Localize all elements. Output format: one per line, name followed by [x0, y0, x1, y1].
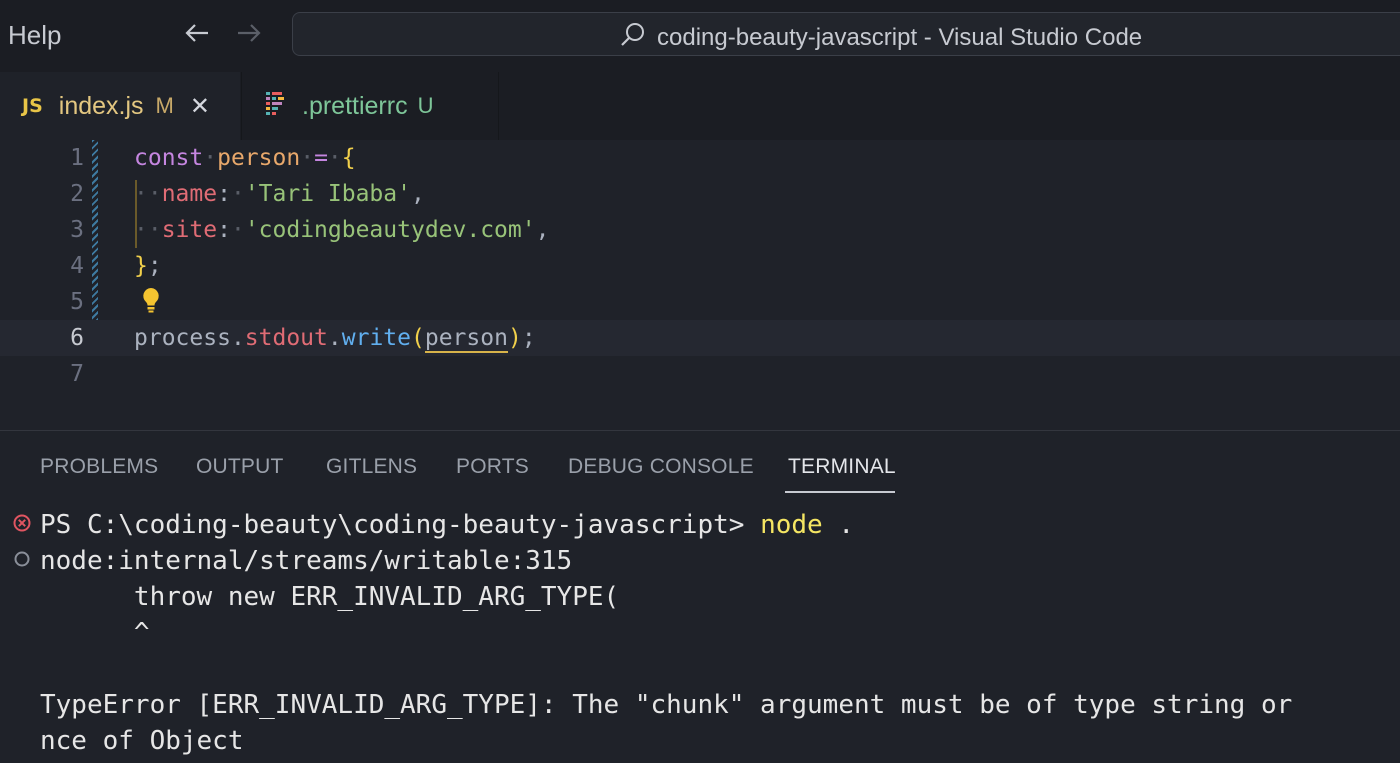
arrow-right-icon[interactable] — [234, 18, 264, 55]
line-number: 3 — [70, 217, 84, 243]
code-editor[interactable]: 1 const·person·=·{ 2 ··name:·'Tari Ibaba… — [0, 140, 1400, 430]
error-circle-icon[interactable] — [12, 513, 32, 538]
code-line: 3 ··site:·'codingbeautydev.com', — [0, 212, 1400, 248]
close-icon[interactable]: ✕ — [190, 92, 210, 121]
property: stdout — [244, 325, 328, 351]
function-name: write — [341, 325, 411, 351]
line-number: 4 — [70, 253, 84, 279]
code-line-current: 6 process.stdout.write(person); — [0, 320, 1400, 356]
paren: ) — [507, 325, 522, 351]
variable: person — [217, 145, 301, 171]
terminal-output-line: ^ — [40, 618, 150, 648]
active-tab-indicator — [785, 491, 895, 493]
comma: , — [535, 217, 550, 243]
brace: } — [134, 253, 148, 279]
tab-gitlens[interactable]: GITLENS — [326, 455, 417, 479]
tab-debug-console[interactable]: DEBUG CONSOLE — [568, 455, 754, 479]
property: site — [161, 217, 218, 243]
string: 'codingbeautydev.com' — [244, 217, 536, 243]
identifier: process — [134, 325, 231, 351]
lightbulb-icon[interactable] — [140, 286, 162, 319]
terminal-output-line: throw new ERR_INVALID_ARG_TYPE( — [40, 582, 620, 612]
javascript-file-icon: JS — [22, 95, 43, 117]
terminal-prompt: PS C:\coding-beauty\coding-beauty-javasc… — [40, 510, 761, 540]
string: 'Tari Ibaba' — [244, 181, 411, 207]
editor-tab-bar: JS index.js M ✕ .prettierrc U — [0, 72, 1400, 140]
tab-label: index.js — [58, 91, 144, 120]
tab-ports[interactable]: PORTS — [456, 455, 529, 479]
line-number: 2 — [70, 181, 84, 207]
operator: = — [314, 145, 328, 171]
comma: , — [410, 181, 425, 207]
tab-modified-badge: M — [155, 93, 174, 118]
menu-help[interactable]: Help — [8, 20, 61, 51]
line-number: 1 — [70, 145, 84, 171]
tab-output[interactable]: OUTPUT — [196, 455, 284, 479]
terminal-output-line: nce of Object — [40, 726, 244, 756]
terminal-output-line: TypeError [ERR_INVALID_ARG_TYPE]: The "c… — [40, 690, 1293, 720]
terminal-command-arg: . — [822, 510, 854, 540]
code-line: 7 — [0, 356, 1400, 392]
dot: . — [327, 325, 342, 351]
bottom-panel: PROBLEMS OUTPUT GITLENS PORTS DEBUG CONS… — [0, 430, 1400, 763]
tab-prettierrc[interactable]: .prettierrc U — [241, 72, 499, 140]
arrow-left-icon[interactable] — [182, 18, 212, 55]
terminal-command: node — [760, 510, 823, 540]
line-number: 6 — [70, 325, 84, 351]
colon: : — [217, 181, 231, 207]
tab-label: .prettierrc — [302, 91, 408, 120]
terminal-output-line: node:internal/streams/writable:315 — [40, 546, 573, 576]
window-title: coding-beauty-javascript - Visual Studio… — [657, 23, 1143, 51]
code-line: 4 }; — [0, 248, 1400, 284]
code-line: 1 const·person·=·{ — [0, 140, 1400, 176]
semicolon: ; — [521, 325, 536, 351]
terminal-prompt-line[interactable]: PS C:\coding-beauty\coding-beauty-javasc… — [40, 507, 854, 543]
command-center[interactable]: coding-beauty-javascript - Visual Studio… — [292, 12, 1400, 56]
colon: : — [217, 217, 231, 243]
warning-squiggle-argument[interactable]: person — [424, 325, 508, 353]
property: name — [161, 181, 218, 207]
title-bar: Help coding-beauty-javascript - Visual S… — [0, 0, 1400, 72]
paren: ( — [411, 325, 425, 351]
tab-terminal[interactable]: TERMINAL — [788, 455, 896, 479]
circle-icon[interactable] — [12, 549, 32, 574]
tab-untracked-badge: U — [417, 93, 434, 118]
line-number: 5 — [70, 289, 84, 315]
line-number: 7 — [70, 361, 84, 387]
dot: . — [230, 325, 245, 351]
search-icon — [619, 21, 647, 54]
tab-problems[interactable]: PROBLEMS — [40, 455, 158, 479]
brace: { — [341, 145, 356, 171]
code-line: 5 — [0, 284, 1400, 320]
tab-index-js[interactable]: JS index.js M ✕ — [0, 72, 240, 140]
code-line: 2 ··name:·'Tari Ibaba', — [0, 176, 1400, 212]
semicolon: ; — [147, 253, 162, 279]
prettier-file-icon — [264, 91, 288, 122]
keyword: const — [134, 145, 204, 171]
